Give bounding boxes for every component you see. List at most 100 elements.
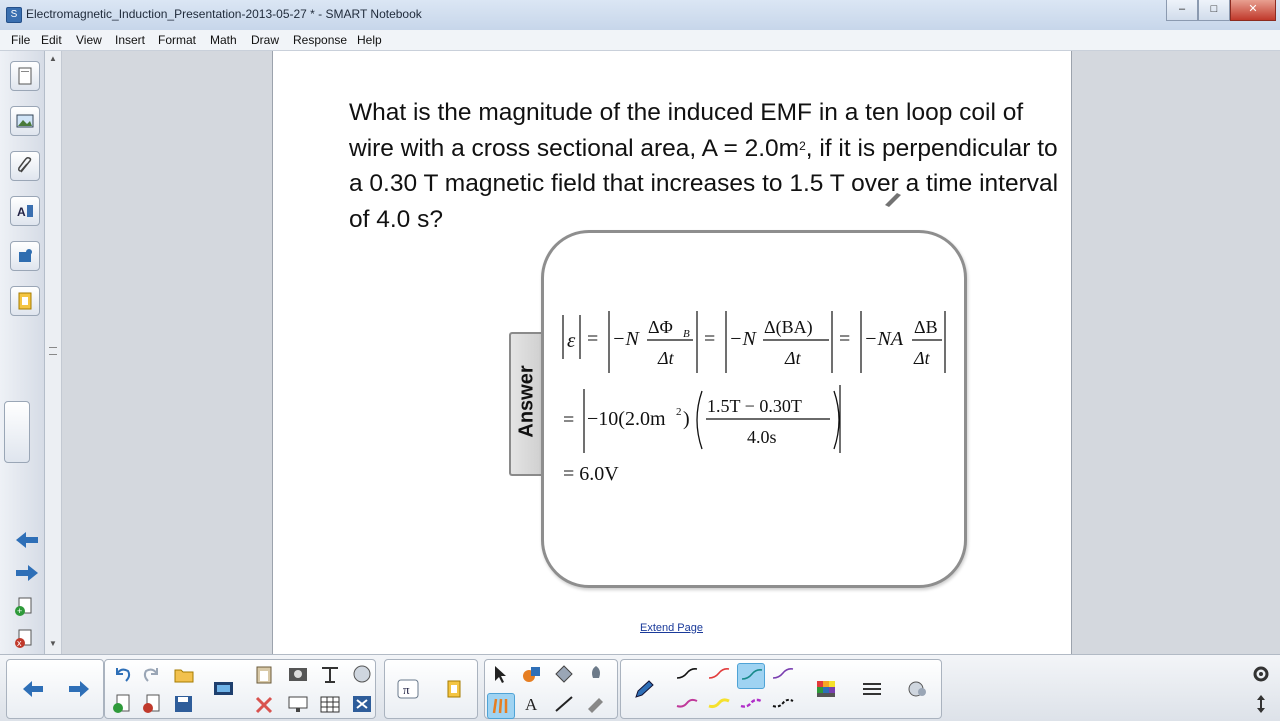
creative-pen-icon[interactable] <box>487 693 515 719</box>
delta-t-3: Δt <box>913 348 931 368</box>
neg-n-1: −N <box>612 328 640 350</box>
answer-tab-label: Answer <box>515 365 538 438</box>
pen-violet[interactable] <box>737 693 763 717</box>
open-file-icon[interactable] <box>171 663 197 687</box>
table-icon[interactable] <box>317 693 343 717</box>
answer-reveal-tab[interactable]: Answer <box>509 332 543 476</box>
display-screen-icon[interactable] <box>285 693 311 717</box>
math-icon[interactable]: π <box>395 678 421 702</box>
window-title: Electromagnetic_Induction_Presentation-2… <box>26 7 422 21</box>
answer-box[interactable]: ε = −N ΔΦ B Δt = −N Δ(BA) Δt = −NA ΔB Δt… <box>541 230 967 588</box>
emf-symbol: ε <box>567 328 576 352</box>
menu-edit[interactable]: Edit <box>41 33 62 47</box>
menu-math[interactable]: Math <box>210 33 237 47</box>
eraser-icon[interactable] <box>583 663 609 687</box>
screen-shade-icon[interactable] <box>211 678 237 702</box>
neg-na: −NA <box>864 328 904 350</box>
paste-icon[interactable] <box>251 663 277 687</box>
close-paren: ) <box>683 408 690 430</box>
pen-red[interactable] <box>705 663 731 687</box>
pen-black[interactable] <box>673 663 699 687</box>
pen-magenta[interactable] <box>673 693 699 717</box>
clear-icon[interactable] <box>349 693 375 717</box>
delete-icon[interactable] <box>251 693 277 717</box>
toolbar-settings-icon[interactable] <box>1248 663 1274 687</box>
scroll-up-icon[interactable]: ▲ <box>48 54 58 64</box>
delete-page-icon[interactable] <box>139 693 165 717</box>
next-page-icon[interactable] <box>65 677 91 701</box>
pen-black-dashed[interactable] <box>769 693 795 717</box>
menu-response[interactable]: Response <box>293 33 347 47</box>
delta-ba: Δ(BA) <box>764 317 813 338</box>
toolbar-group-file <box>104 659 376 719</box>
pen-cursor-icon <box>885 193 901 207</box>
notebook-page[interactable]: What is the magnitude of the induced EMF… <box>272 51 1072 654</box>
lesson-activity-icon[interactable] <box>10 286 40 316</box>
scroll-grip[interactable] <box>49 347 57 355</box>
delete-page-icon[interactable]: x <box>10 625 38 653</box>
add-page-icon[interactable]: + <box>10 593 38 621</box>
svg-text:+: + <box>17 606 22 616</box>
scroll-down-icon[interactable]: ▼ <box>48 639 58 649</box>
attachments-icon[interactable] <box>10 151 40 181</box>
menu-help[interactable]: Help <box>357 33 382 47</box>
delta-t-1: Δt <box>657 348 675 368</box>
menu-file[interactable]: File <box>11 33 30 47</box>
pen-yellow[interactable] <box>705 693 731 717</box>
menu-insert[interactable]: Insert <box>115 33 145 47</box>
time-denominator: 4.0s <box>747 427 777 447</box>
pen-icon[interactable] <box>631 678 657 702</box>
text-icon[interactable]: A <box>519 693 545 717</box>
line-style-icon[interactable] <box>859 678 885 702</box>
properties-icon[interactable] <box>905 678 931 702</box>
delta-t-2: Δt <box>784 348 802 368</box>
extend-page-link[interactable]: Extend Page <box>640 622 703 634</box>
back-arrow-icon[interactable] <box>10 526 38 554</box>
toolbar-move-icon[interactable] <box>1248 693 1274 717</box>
question-text[interactable]: What is the magnitude of the induced EMF… <box>349 95 1064 237</box>
pane-collapse-handle[interactable] <box>4 401 30 463</box>
menu-draw[interactable]: Draw <box>251 33 279 47</box>
delta-b: ΔB <box>914 317 938 337</box>
minimize-button[interactable]: – <box>1166 0 1198 21</box>
color-palette-icon[interactable] <box>813 678 839 702</box>
maximize-button[interactable]: □ <box>1198 0 1230 21</box>
side-pane-scrollbar[interactable]: ▲ ▼ <box>45 51 62 654</box>
insert-icon[interactable] <box>317 663 343 687</box>
close-button[interactable]: ✕ <box>1230 0 1276 21</box>
smart-notebook-app-icon[interactable]: S <box>6 7 22 23</box>
forward-arrow-icon[interactable] <box>10 559 38 587</box>
properties-icon[interactable]: A <box>10 196 40 226</box>
line-icon[interactable] <box>551 693 577 717</box>
pen-teal[interactable] <box>737 663 765 689</box>
menu-bar: File Edit View Insert Format Math Draw R… <box>0 30 1280 51</box>
capture-icon[interactable] <box>285 663 311 687</box>
save-icon[interactable] <box>171 693 197 717</box>
equals-3: = <box>839 328 850 350</box>
undo-icon[interactable] <box>109 663 135 687</box>
response-icon[interactable] <box>441 678 467 702</box>
bottom-toolbar: π A <box>0 654 1280 721</box>
shapes-icon[interactable] <box>519 663 545 687</box>
previous-page-icon[interactable] <box>19 677 45 701</box>
toolbar-group-tools: A <box>484 659 618 719</box>
select-icon[interactable] <box>487 663 513 687</box>
fullscreen-icon[interactable] <box>349 663 375 687</box>
page-sorter-icon[interactable] <box>10 61 40 91</box>
add-page-icon[interactable] <box>109 693 135 717</box>
equals-4: = <box>563 409 574 431</box>
pen-purple[interactable] <box>769 663 795 687</box>
magic-pen-icon[interactable] <box>583 693 609 717</box>
menu-view[interactable]: View <box>76 33 102 47</box>
toolbar-group-addons: π <box>384 659 478 719</box>
addons-icon[interactable] <box>10 241 40 271</box>
m-squared-exponent: 2 <box>676 406 682 418</box>
delta-phi: ΔΦ <box>648 317 673 337</box>
equals-1: = <box>587 328 598 350</box>
title-bar: S Electromagnetic_Induction_Presentation… <box>0 0 1280 31</box>
gallery-icon[interactable] <box>10 106 40 136</box>
redo-icon[interactable] <box>139 663 165 687</box>
side-tab-pane: A + x <box>0 51 45 654</box>
menu-format[interactable]: Format <box>158 33 196 47</box>
fill-icon[interactable] <box>551 663 577 687</box>
